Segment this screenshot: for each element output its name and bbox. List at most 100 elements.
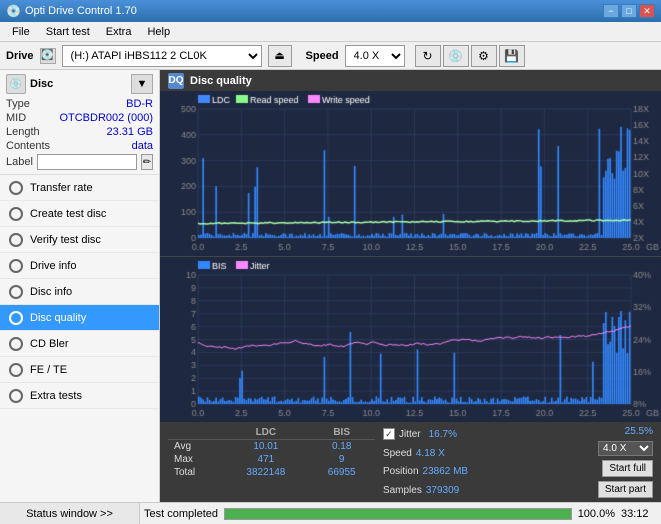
disc-type-value: BD-R	[126, 98, 153, 110]
disc-label-input[interactable]	[37, 154, 137, 170]
nav-disc-info[interactable]: Disc info	[0, 279, 159, 305]
stats-max-label: Max	[168, 453, 223, 466]
save-button[interactable]: 💾	[499, 45, 525, 67]
speed-stat-value: 4.18 X	[416, 448, 445, 459]
stats-col-bis: BIS	[308, 426, 375, 440]
bottom-chart	[160, 257, 661, 422]
disc-mid-field: MID OTCBDR002 (000)	[6, 112, 153, 124]
disc-options-button[interactable]: ▼	[131, 74, 153, 94]
settings-button[interactable]: ⚙	[471, 45, 497, 67]
stats-table: LDC BIS Avg 10.01 0.18 Max 471	[168, 426, 375, 498]
start-part-button[interactable]: Start part	[598, 481, 653, 498]
buttons-section: 25.5% 4.0 X 2.0 X Start full Start part	[598, 426, 653, 498]
disc-type-field: Type BD-R	[6, 98, 153, 110]
jitter-max-row: 25.5%	[625, 426, 653, 437]
maximize-button[interactable]: □	[621, 4, 637, 18]
speed-stat-row: Speed 4.18 X	[383, 448, 590, 459]
stats-row-max: Max 471 9	[168, 453, 375, 466]
status-window-label: Status window >>	[26, 508, 113, 520]
jitter-checkbox[interactable]: ✓	[383, 428, 395, 440]
stats-total-ldc: 3822148	[223, 466, 308, 479]
top-chart	[160, 91, 661, 257]
disc-label-button[interactable]: ✏	[141, 154, 153, 170]
nav-drive-info[interactable]: Drive info	[0, 253, 159, 279]
drive-label: Drive	[6, 50, 34, 62]
create-test-disc-icon	[8, 206, 24, 222]
jitter-max-val: 25.5%	[625, 426, 653, 437]
minimize-button[interactable]: −	[603, 4, 619, 18]
main-content: 💿 Disc ▼ Type BD-R MID OTCBDR002 (000) L…	[0, 70, 661, 502]
disc-contents-field: Contents data	[6, 140, 153, 152]
stats-col-ldc: LDC	[223, 426, 308, 440]
drive-info-icon	[8, 258, 24, 274]
disc-quality-title: Disc quality	[190, 75, 252, 87]
charts-area	[160, 91, 661, 422]
nav-cd-bler[interactable]: CD Bler	[0, 331, 159, 357]
disc-icon-button[interactable]: 💿	[443, 45, 469, 67]
drive-select[interactable]: (H:) ATAPI iHBS112 2 CL0K	[62, 45, 262, 67]
nav-extra-tests[interactable]: Extra tests	[0, 383, 159, 409]
top-chart-canvas	[160, 91, 661, 256]
eject-button[interactable]: ⏏	[268, 45, 292, 67]
status-bar: Status window >> Test completed 100.0% 3…	[0, 502, 661, 524]
disc-quality-header: DQ Disc quality	[160, 70, 661, 91]
menu-bar: File Start test Extra Help	[0, 22, 661, 42]
samples-label: Samples	[383, 485, 422, 496]
speed-label: Speed	[306, 50, 339, 62]
nav-fe-te[interactable]: FE / TE	[0, 357, 159, 383]
title-bar-title: 💿 Opti Drive Control 1.70	[6, 4, 137, 18]
disc-info-icon	[8, 284, 24, 300]
start-full-button[interactable]: Start full	[602, 460, 653, 477]
menu-help[interactable]: Help	[139, 24, 178, 40]
bottom-chart-canvas	[160, 257, 661, 422]
progress-bar-outer	[224, 508, 572, 520]
nav-verify-test-disc[interactable]: Verify test disc	[0, 227, 159, 253]
menu-start-test[interactable]: Start test	[38, 24, 98, 40]
extra-tests-icon	[8, 388, 24, 404]
disc-contents-value: data	[132, 140, 153, 152]
nav-transfer-rate[interactable]: Transfer rate	[0, 175, 159, 201]
jitter-section: ✓ Jitter 16.7% Speed 4.18 X Position 238…	[383, 426, 590, 498]
status-text: Test completed	[144, 508, 218, 520]
refresh-button[interactable]: ↻	[415, 45, 441, 67]
stats-total-label: Total	[168, 466, 223, 479]
right-content: DQ Disc quality LDC	[160, 70, 661, 502]
nav-disc-quality[interactable]: Disc quality	[0, 305, 159, 331]
sidebar: 💿 Disc ▼ Type BD-R MID OTCBDR002 (000) L…	[0, 70, 160, 502]
disc-quality-icon	[8, 310, 24, 326]
transfer-rate-icon	[8, 180, 24, 196]
disc-section-title: Disc	[30, 78, 53, 90]
status-window-button[interactable]: Status window >>	[0, 503, 140, 524]
position-value: 23862 MB	[423, 466, 469, 477]
close-button[interactable]: ✕	[639, 4, 655, 18]
stats-col-empty	[168, 426, 223, 440]
nav-create-test-disc[interactable]: Create test disc	[0, 201, 159, 227]
menu-extra[interactable]: Extra	[98, 24, 140, 40]
stats-avg-ldc: 10.01	[223, 440, 308, 454]
title-bar-controls: − □ ✕	[603, 4, 655, 18]
verify-test-disc-icon	[8, 232, 24, 248]
app-title: Opti Drive Control 1.70	[25, 5, 137, 17]
stats-max-ldc: 471	[223, 453, 308, 466]
jitter-label: Jitter	[399, 429, 421, 440]
samples-value: 379309	[426, 485, 459, 496]
disc-section: 💿 Disc ▼ Type BD-R MID OTCBDR002 (000) L…	[0, 70, 159, 175]
test-speed-select[interactable]: 4.0 X 2.0 X	[598, 441, 653, 456]
disc-mid-value: OTCBDR002 (000)	[59, 112, 153, 124]
disc-label-row: Label ✏	[6, 154, 153, 170]
stats-row-avg: Avg 10.01 0.18	[168, 440, 375, 454]
progress-bar-inner	[225, 509, 571, 519]
speed-select[interactable]: 4.0 X 2.0 X 1.0 X	[345, 45, 405, 67]
stats-avg-bis: 0.18	[308, 440, 375, 454]
jitter-avg-val: 16.7%	[429, 429, 457, 440]
stats-max-bis: 9	[308, 453, 375, 466]
status-time: 33:12	[621, 508, 657, 520]
stats-bar: LDC BIS Avg 10.01 0.18 Max 471	[160, 422, 661, 502]
disc-length-field: Length 23.31 GB	[6, 126, 153, 138]
jitter-row: ✓ Jitter 16.7%	[383, 428, 590, 440]
disc-length-value: 23.31 GB	[107, 126, 153, 138]
menu-file[interactable]: File	[4, 24, 38, 40]
status-percent: 100.0%	[578, 508, 615, 520]
stats-row-total: Total 3822148 66955	[168, 466, 375, 479]
title-bar: 💿 Opti Drive Control 1.70 − □ ✕	[0, 0, 661, 22]
